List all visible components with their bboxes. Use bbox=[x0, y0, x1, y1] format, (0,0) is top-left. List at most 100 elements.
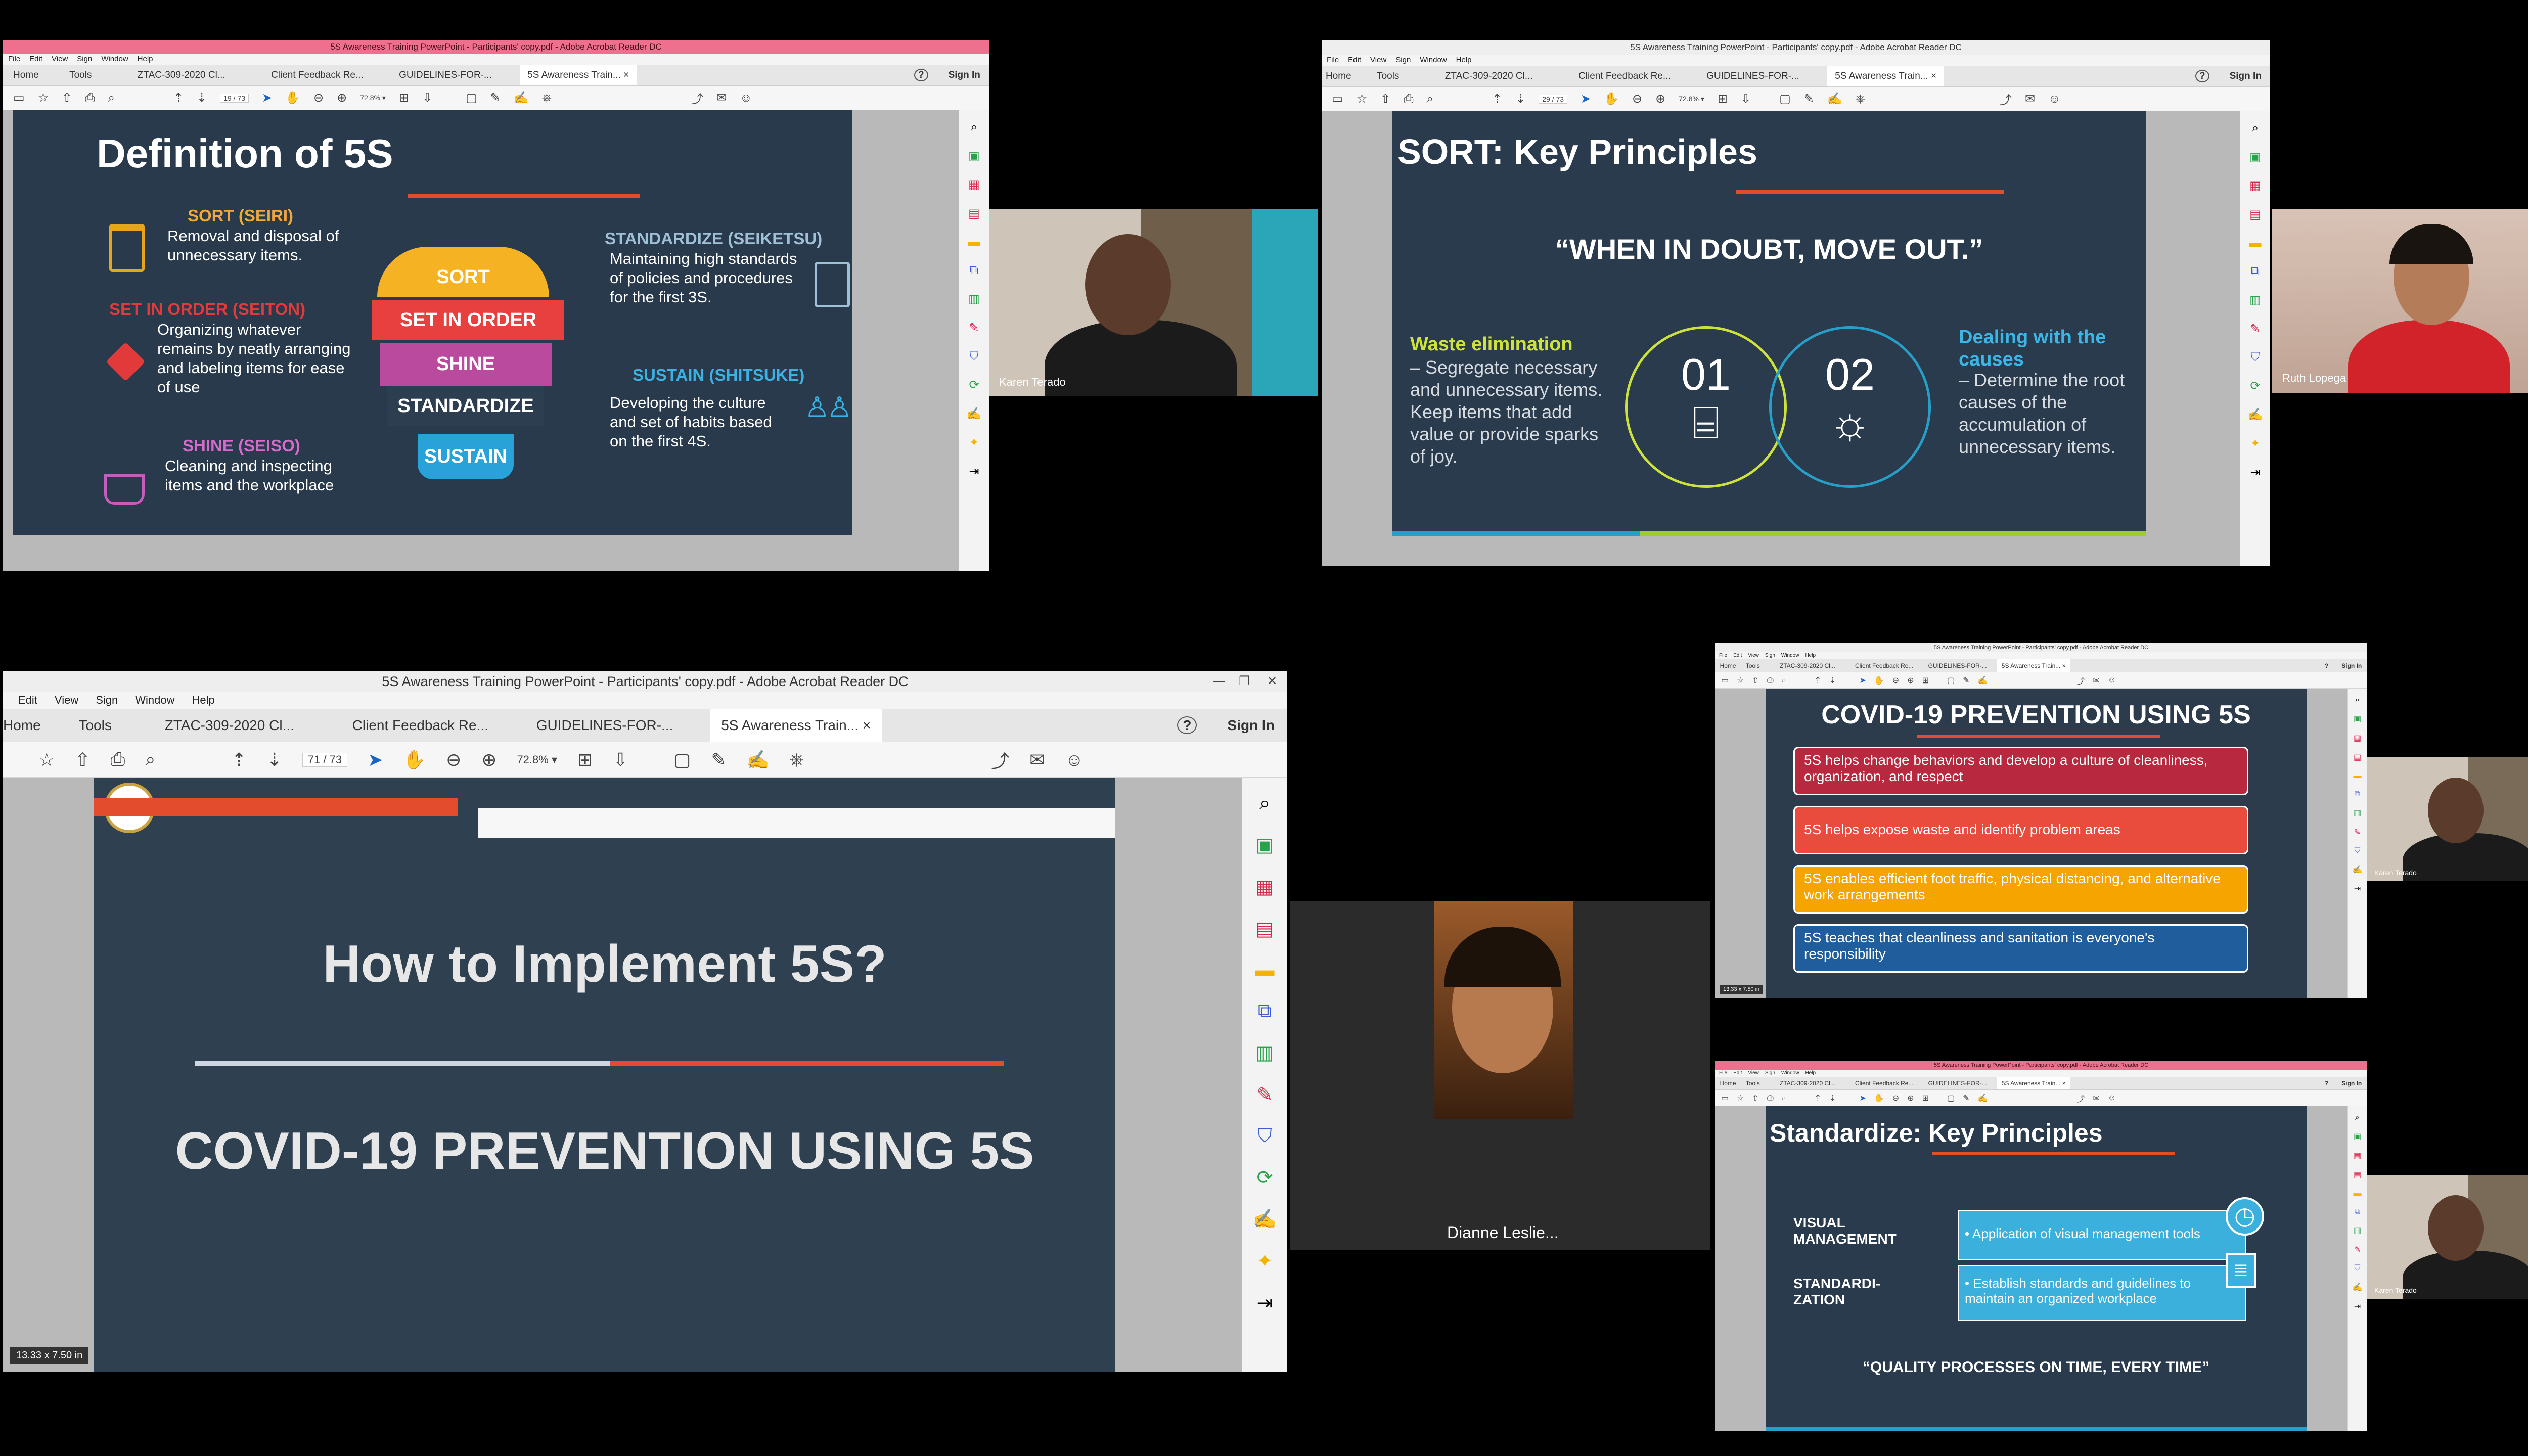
star-icon[interactable]: ☆ bbox=[38, 90, 49, 105]
sign-in-link[interactable]: ? Sign In bbox=[2195, 69, 2270, 82]
page-icon[interactable]: ▭ bbox=[13, 90, 25, 105]
video-tile-4[interactable]: Dianne Leslie... bbox=[1290, 611, 1710, 1450]
fit-icon[interactable]: ⊞ bbox=[1922, 675, 1929, 686]
sign-in-link[interactable]: ? Sign In bbox=[1177, 716, 1287, 734]
tab-guidelines[interactable]: GUIDELINES-FOR-... bbox=[1699, 71, 1807, 82]
tab-tools[interactable]: Tools bbox=[62, 70, 100, 81]
sign-icon[interactable]: ✍ bbox=[747, 749, 770, 770]
minimize-icon[interactable]: — bbox=[1206, 671, 1232, 692]
stamp-icon[interactable]: ✦ bbox=[969, 435, 979, 450]
document-area[interactable]: How to Implement 5S? COVID-19 PREVENTION… bbox=[3, 778, 1242, 1372]
tab-tools[interactable]: Tools bbox=[1741, 662, 1765, 669]
cursor-icon[interactable]: ➤ bbox=[368, 749, 383, 770]
close-icon[interactable]: × bbox=[1931, 71, 1936, 82]
sign-icon[interactable]: ✍ bbox=[967, 406, 982, 421]
arrow-down-icon[interactable]: ⇣ bbox=[1829, 675, 1836, 686]
hand-icon[interactable]: ✋ bbox=[1604, 92, 1619, 106]
sign-in-link[interactable]: ? Sign In bbox=[2325, 1080, 2367, 1087]
menu-edit[interactable]: Edit bbox=[29, 54, 42, 65]
close-icon[interactable]: × bbox=[2062, 662, 2066, 669]
arrow-up-icon[interactable]: ⇡ bbox=[1492, 92, 1502, 106]
page-icon[interactable]: ▭ bbox=[1721, 1093, 1729, 1103]
zoom-icon[interactable]: ⌕ bbox=[2355, 1113, 2360, 1122]
sign-icon[interactable]: ✍ bbox=[2248, 407, 2263, 422]
fill-sign-icon[interactable]: ✎ bbox=[2250, 322, 2260, 336]
print-icon[interactable]: ⎙ bbox=[110, 749, 125, 770]
tab-tools[interactable]: Tools bbox=[1741, 1080, 1765, 1087]
zoom-select[interactable]: 72.8% ▾ bbox=[517, 753, 557, 766]
expand-icon[interactable]: ⇥ bbox=[1257, 1292, 1273, 1314]
zoom-icon[interactable]: ⌕ bbox=[108, 91, 115, 105]
expand-icon[interactable]: ⇥ bbox=[2250, 465, 2260, 480]
tab-tools[interactable]: Tools bbox=[1369, 71, 1407, 82]
menu-window[interactable]: Window bbox=[101, 54, 128, 65]
hand-icon[interactable]: ✋ bbox=[1874, 1093, 1884, 1103]
document-area[interactable]: COVID-19 PREVENTION USING 5S 5S helps ch… bbox=[1715, 689, 2347, 998]
sign-icon[interactable]: ✍ bbox=[2353, 1282, 2363, 1292]
zoom-icon[interactable]: ⌕ bbox=[1782, 676, 1786, 685]
cursor-icon[interactable]: ➤ bbox=[1581, 92, 1591, 106]
sign-in-link[interactable]: ? Sign In bbox=[2325, 662, 2367, 669]
fill-sign-icon[interactable]: ✎ bbox=[2354, 1245, 2361, 1255]
arrow-up-icon[interactable]: ⇡ bbox=[231, 749, 246, 770]
protect-icon[interactable]: ⛉ bbox=[2354, 846, 2360, 855]
document-area[interactable]: SORT: Key Principles “WHEN IN DOUBT, MOV… bbox=[1322, 111, 2240, 566]
protect-icon[interactable]: ⛉ bbox=[970, 349, 979, 363]
zoom-select[interactable]: 72.8% ▾ bbox=[1679, 95, 1704, 103]
export-pdf-icon[interactable]: ▣ bbox=[2354, 714, 2361, 724]
expand-icon[interactable]: ⇥ bbox=[2354, 1301, 2361, 1311]
share-icon[interactable]: ⤴ bbox=[2076, 674, 2085, 687]
mail-icon[interactable]: ✉ bbox=[2025, 92, 2035, 106]
video-tile-2[interactable]: 5S Awareness Training PowerPoint - Parti… bbox=[1322, 4, 2528, 606]
star-icon[interactable]: ☆ bbox=[38, 749, 55, 770]
menu-edit[interactable]: Edit bbox=[18, 692, 37, 709]
tab-tools[interactable]: Tools bbox=[67, 717, 123, 734]
menu-sign[interactable]: Sign bbox=[77, 54, 92, 65]
combine-icon[interactable]: ⧉ bbox=[970, 263, 978, 278]
user-icon[interactable]: ☺ bbox=[1065, 749, 1084, 770]
menu-file[interactable]: File bbox=[1327, 55, 1339, 66]
expand-icon[interactable]: ⇥ bbox=[969, 464, 979, 479]
combine-icon[interactable]: ⧉ bbox=[1258, 1000, 1272, 1022]
print-icon[interactable]: ⎙ bbox=[1404, 92, 1413, 106]
user-icon[interactable]: ☺ bbox=[740, 91, 752, 105]
export-pdf-icon[interactable]: ▣ bbox=[2354, 1131, 2361, 1142]
zoom-out-icon[interactable]: ⊖ bbox=[1892, 1093, 1899, 1103]
tab-5s-awareness[interactable]: 5S Awareness Train... × bbox=[1827, 66, 1945, 86]
comment-icon[interactable]: ▬ bbox=[968, 235, 980, 249]
document-area[interactable]: Standardize: Key Principles VISUAL MANAG… bbox=[1715, 1106, 2347, 1431]
menu-help[interactable]: Help bbox=[1805, 1070, 1816, 1077]
arrow-down-icon[interactable]: ⇣ bbox=[267, 749, 282, 770]
video-tile-3[interactable]: 5S Awareness Training PowerPoint - Parti… bbox=[3, 611, 1287, 1450]
comment-icon[interactable]: ▢ bbox=[1779, 92, 1791, 106]
sign-icon[interactable]: ✍ bbox=[2353, 864, 2363, 875]
comment-icon[interactable]: ▬ bbox=[2354, 771, 2362, 781]
page-number-input[interactable]: 71 / 73 bbox=[302, 752, 348, 767]
excel-icon[interactable]: ▥ bbox=[2354, 808, 2361, 818]
protect-icon[interactable]: ⛉ bbox=[2251, 350, 2260, 365]
excel-icon[interactable]: ▥ bbox=[1256, 1041, 1274, 1064]
zoom-out-icon[interactable]: ⊖ bbox=[1892, 675, 1899, 686]
organize-icon[interactable]: ▦ bbox=[2354, 1151, 2361, 1161]
user-icon[interactable]: ☺ bbox=[2108, 1094, 2116, 1103]
upload-icon[interactable]: ⇧ bbox=[1752, 675, 1758, 686]
stamp-icon[interactable]: ✦ bbox=[1257, 1250, 1273, 1272]
video-tile-1[interactable]: 5S Awareness Training PowerPoint - Parti… bbox=[3, 4, 1318, 606]
page-icon[interactable]: ▭ bbox=[1332, 92, 1343, 106]
print-icon[interactable]: ⎙ bbox=[1767, 1094, 1774, 1103]
menu-edit[interactable]: Edit bbox=[1733, 1070, 1742, 1077]
comment-icon[interactable]: ▢ bbox=[673, 749, 691, 770]
hand-icon[interactable]: ✋ bbox=[1874, 675, 1884, 686]
tab-ztac[interactable]: ZTAC-309-2020 Cl... bbox=[1775, 1080, 1840, 1087]
tab-ztac[interactable]: ZTAC-309-2020 Cl... bbox=[130, 70, 233, 81]
enhance-icon[interactable]: ⟳ bbox=[1257, 1166, 1273, 1189]
pen-icon[interactable]: ✎ bbox=[490, 90, 501, 105]
organize-icon[interactable]: ▦ bbox=[2249, 178, 2261, 193]
arrow-down-icon[interactable]: ⇣ bbox=[1515, 92, 1525, 106]
tab-5s-awareness[interactable]: 5S Awareness Train... × bbox=[709, 709, 882, 742]
share-icon[interactable]: ⤴ bbox=[691, 89, 703, 107]
fill-sign-icon[interactable]: ✎ bbox=[969, 321, 979, 335]
arrow-up-icon[interactable]: ⇡ bbox=[1815, 1093, 1821, 1103]
enhance-icon[interactable]: ⟳ bbox=[969, 378, 979, 392]
combine-icon[interactable]: ⧉ bbox=[2355, 790, 2360, 799]
